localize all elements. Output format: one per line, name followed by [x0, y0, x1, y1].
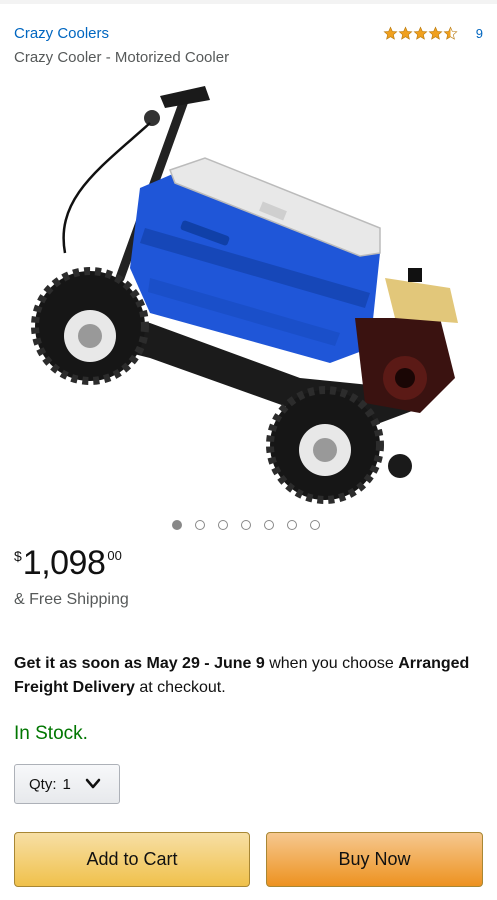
star-full-icon — [413, 26, 428, 40]
buy-now-button[interactable]: Buy Now — [266, 832, 483, 887]
rating-count[interactable]: 9 — [476, 26, 483, 41]
price-whole: 1,098 — [22, 544, 106, 582]
carousel-dot[interactable] — [310, 520, 320, 530]
star-half-icon — [443, 26, 458, 40]
delivery-message: Get it as soon as May 29 - June 9 when y… — [14, 652, 484, 700]
star-full-icon — [428, 26, 443, 40]
price: $ 1,098 00 — [14, 544, 122, 582]
carousel-dot[interactable] — [264, 520, 274, 530]
brand-link[interactable]: Crazy Coolers — [14, 25, 109, 42]
product-image[interactable] — [0, 78, 497, 508]
delivery-middle: when you choose — [264, 655, 399, 672]
delivery-suffix: at checkout. — [134, 679, 226, 696]
shipping-note: & Free Shipping — [14, 591, 129, 608]
quantity-select[interactable]: Qty: 1 — [14, 764, 120, 804]
price-fraction: 00 — [107, 548, 122, 563]
add-to-cart-button[interactable]: Add to Cart — [14, 832, 250, 887]
rating[interactable]: 9 — [383, 26, 483, 41]
carousel-dot[interactable] — [195, 520, 205, 530]
image-carousel-dots[interactable] — [172, 520, 333, 530]
carousel-dot[interactable] — [218, 520, 228, 530]
product-title: Crazy Cooler - Motorized Cooler — [14, 49, 230, 66]
star-full-icon — [398, 26, 413, 40]
carousel-dot[interactable] — [241, 520, 251, 530]
price-currency: $ — [14, 548, 22, 564]
delivery-prefix: Get it as soon as — [14, 655, 147, 672]
motorized-cooler-image — [31, 86, 458, 504]
top-strip — [0, 0, 497, 4]
chevron-down-icon — [85, 778, 101, 789]
quantity-value: 1 — [62, 775, 71, 793]
delivery-dates: May 29 - June 9 — [146, 655, 265, 672]
stock-status: In Stock. — [14, 723, 88, 744]
carousel-dot[interactable] — [287, 520, 297, 530]
carousel-dot[interactable] — [172, 520, 182, 530]
quantity-label: Qty: — [29, 775, 57, 793]
star-full-icon — [383, 26, 398, 40]
